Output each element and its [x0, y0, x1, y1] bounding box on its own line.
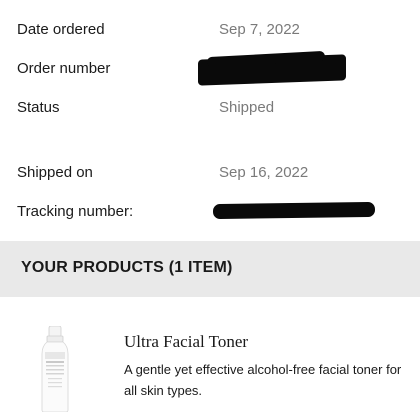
- date-ordered-value: Sep 7, 2022: [219, 21, 300, 38]
- product-bottle-image[interactable]: [34, 326, 76, 412]
- status-value: Shipped: [219, 99, 275, 116]
- date-ordered-row: Date ordered Sep 7, 2022: [17, 18, 420, 42]
- status-row: Status Shipped: [17, 96, 420, 120]
- tracking-number-redaction: [212, 201, 376, 220]
- product-description: A gentle yet effective alcohol-free faci…: [124, 362, 402, 398]
- status-label: Status: [17, 99, 60, 116]
- tracking-number-label: Tracking number:: [17, 203, 134, 220]
- shipped-on-row: Shipped on Sep 16, 2022: [17, 161, 420, 185]
- product-name[interactable]: Ultra Facial Toner: [124, 332, 248, 352]
- order-number-label: Order number: [17, 60, 111, 77]
- date-ordered-label: Date ordered: [17, 21, 105, 38]
- products-section-title: YOUR PRODUCTS (1 ITEM): [21, 259, 233, 276]
- shipped-on-label: Shipped on: [17, 164, 93, 181]
- shipped-on-value: Sep 16, 2022: [219, 164, 309, 181]
- products-section-header: YOUR PRODUCTS (1 ITEM): [0, 241, 420, 297]
